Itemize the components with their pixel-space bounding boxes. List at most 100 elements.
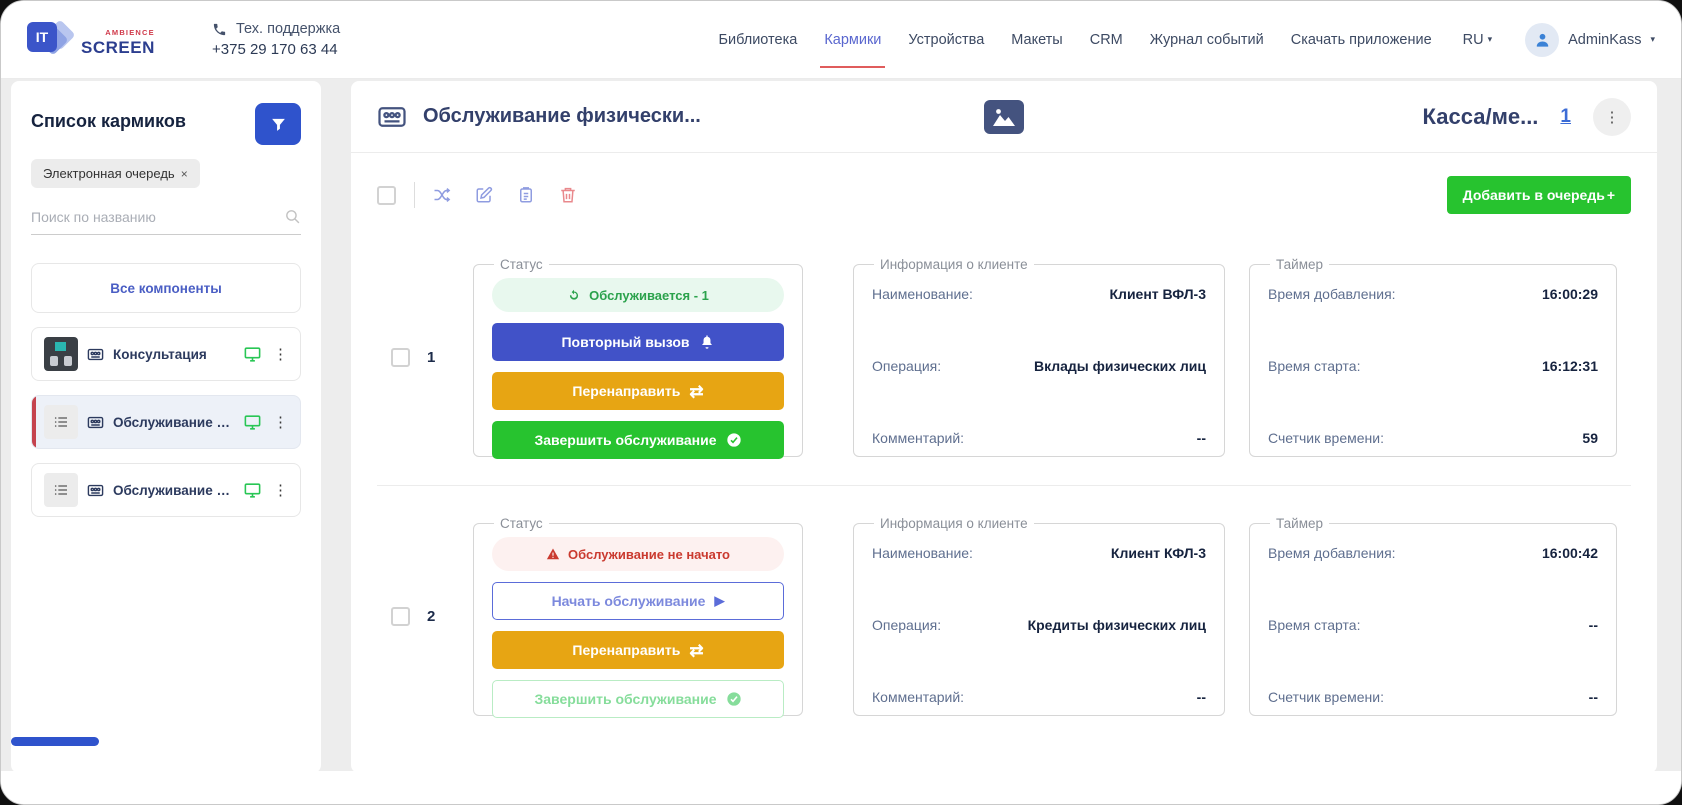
sidebar-item-label: Обслуживание физических л... <box>113 414 234 430</box>
search-row <box>31 208 301 235</box>
swap-arrows-icon: ⇄ <box>689 640 704 660</box>
time-counter-value: 59 <box>1582 430 1598 446</box>
sidebar-item-service-individuals[interactable]: Обслуживание физических л... ⋮ <box>31 395 301 449</box>
funnel-icon <box>271 118 285 131</box>
sidebar-title: Список кармиков <box>31 111 186 131</box>
logo-mark-icon: IT <box>27 18 79 62</box>
panel-menu-button[interactable]: ⋮ <box>1593 97 1631 136</box>
start-service-button[interactable]: Начать обслуживание ▶ <box>492 582 784 620</box>
person-icon <box>1536 33 1548 47</box>
sidebar-item-label: Консультация <box>113 346 207 362</box>
time-counter-label: Счетчик времени: <box>1268 430 1384 446</box>
trash-icon[interactable] <box>559 186 577 204</box>
nav-layouts[interactable]: Макеты <box>1011 26 1062 54</box>
kebab-menu-icon[interactable]: ⋮ <box>271 413 290 432</box>
nav-karmiki[interactable]: Кармики <box>820 26 886 68</box>
status-legend: Статус <box>500 257 543 272</box>
nav-download-app[interactable]: Скачать приложение <box>1291 26 1432 54</box>
timer-fieldset: Таймер Время добавления: 16:00:29 Время с… <box>1249 257 1617 457</box>
file-icon[interactable] <box>517 186 535 204</box>
select-all-checkbox[interactable] <box>377 185 396 205</box>
all-components-button[interactable]: Все компоненты <box>31 263 301 313</box>
added-time-value: 16:00:42 <box>1541 545 1598 561</box>
timer-fieldset: Таймер Время добавления: 16:00:42 Время с… <box>1249 516 1617 716</box>
play-icon: ▶ <box>714 593 725 608</box>
close-icon[interactable]: × <box>181 167 188 181</box>
swap-arrows-icon: ⇄ <box>689 381 704 401</box>
finish-service-button[interactable]: Завершить обслуживание <box>492 421 784 459</box>
kebab-menu-icon[interactable]: ⋮ <box>271 481 290 500</box>
language-selector[interactable]: RU ▾ <box>1463 32 1492 48</box>
main-panel: Обслуживание физически... Касса/ме... 1 … <box>351 81 1657 773</box>
check-circle-icon <box>726 692 741 706</box>
phone-icon <box>213 23 226 35</box>
monitor-icon[interactable] <box>243 413 262 432</box>
support-label: Тех. поддержка <box>236 21 341 37</box>
monitor-icon[interactable] <box>243 345 262 364</box>
repeat-call-button[interactable]: Повторный вызов <box>492 323 784 361</box>
row-number: 2 <box>427 607 436 625</box>
row-checkbox[interactable] <box>391 606 410 626</box>
refresh-icon <box>570 289 579 300</box>
client-info-fieldset: Информация о клиенте Наименование: Клиент… <box>853 257 1225 457</box>
shuffle-icon[interactable] <box>433 186 451 204</box>
search-input[interactable] <box>31 208 284 225</box>
edit-icon[interactable] <box>475 186 493 204</box>
header: IT AMBIENCE SCREEN Тех. поддержка +375 2… <box>1 1 1681 79</box>
nav-library[interactable]: Библиотека <box>718 26 797 54</box>
filter-button[interactable] <box>255 103 301 145</box>
client-name-label: Наименование: <box>872 286 973 302</box>
sidebar-item-service-legal[interactable]: Обслуживание юридических ... ⋮ <box>31 463 301 517</box>
client-name-label: Наименование: <box>872 545 973 561</box>
queue-row: 1 Статус Обслуживается - 1 Повторный выз… <box>377 237 1631 483</box>
warning-icon <box>546 548 560 560</box>
chevron-down-icon: ▾ <box>1650 34 1655 44</box>
client-name-value: Клиент КФЛ-3 <box>1110 545 1206 561</box>
panel-header: Обслуживание физически... Касса/ме... 1 … <box>351 81 1657 153</box>
search-icon <box>286 210 300 224</box>
filter-chip[interactable]: Электронная очередь × <box>31 159 200 188</box>
redirect-button[interactable]: Перенаправить ⇄ <box>492 631 784 669</box>
support-block: Тех. поддержка +375 29 170 63 44 <box>212 21 340 58</box>
id-card-icon <box>378 106 406 127</box>
logo-ambience: AMBIENCE <box>105 27 155 37</box>
sidebar: Список кармиков Электронная очередь × Вс… <box>11 81 321 773</box>
nav-event-log[interactable]: Журнал событий <box>1150 26 1264 54</box>
list-icon <box>54 417 67 427</box>
kebab-menu-icon: ⋮ <box>1604 108 1620 126</box>
user-menu[interactable]: AdminKass ▾ <box>1525 22 1655 57</box>
time-counter-value: -- <box>1588 689 1598 705</box>
status-fieldset: Статус Обслуживание не начато Начать обс… <box>473 516 803 718</box>
added-time-label: Время добавления: <box>1268 286 1396 302</box>
add-to-queue-button[interactable]: Добавить в очередь + <box>1446 176 1631 214</box>
kebab-menu-icon[interactable]: ⋮ <box>271 345 290 364</box>
operation-label: Операция: <box>872 358 942 374</box>
cashdesk-count-link[interactable]: 1 <box>1560 106 1571 128</box>
component-thumbnail <box>44 405 78 439</box>
app-window: IT AMBIENCE SCREEN Тех. поддержка +375 2… <box>0 0 1682 805</box>
start-time-value: 16:12:31 <box>1541 358 1598 374</box>
sidebar-item-label: Обслуживание юридических ... <box>113 482 234 498</box>
horizontal-scrollbar-thumb[interactable] <box>11 737 99 746</box>
redirect-button[interactable]: Перенаправить ⇄ <box>492 372 784 410</box>
image-icon[interactable] <box>984 99 1024 134</box>
client-name-value: Клиент ВФЛ-3 <box>1109 286 1206 302</box>
sidebar-item-consultation[interactable]: Консультация ⋮ <box>31 327 301 381</box>
cashdesk-title: Касса/ме... <box>1422 103 1539 129</box>
start-time-value: -- <box>1588 617 1598 633</box>
nav-crm[interactable]: CRM <box>1090 26 1123 54</box>
list-icon <box>54 485 67 495</box>
comment-label: Комментарий: <box>872 430 965 446</box>
status-legend: Статус <box>500 516 543 531</box>
operation-label: Операция: <box>872 617 942 633</box>
check-circle-icon <box>726 433 741 447</box>
id-card-icon <box>87 484 104 496</box>
operation-value: Кредиты физических лиц <box>1027 617 1206 633</box>
plus-icon: + <box>1606 187 1615 203</box>
chevron-down-icon: ▾ <box>1487 34 1493 44</box>
monitor-icon[interactable] <box>243 481 262 500</box>
finish-service-button[interactable]: Завершить обслуживание <box>492 680 784 718</box>
nav-devices[interactable]: Устройства <box>908 26 984 54</box>
row-checkbox[interactable] <box>391 347 410 367</box>
added-time-label: Время добавления: <box>1268 545 1396 561</box>
